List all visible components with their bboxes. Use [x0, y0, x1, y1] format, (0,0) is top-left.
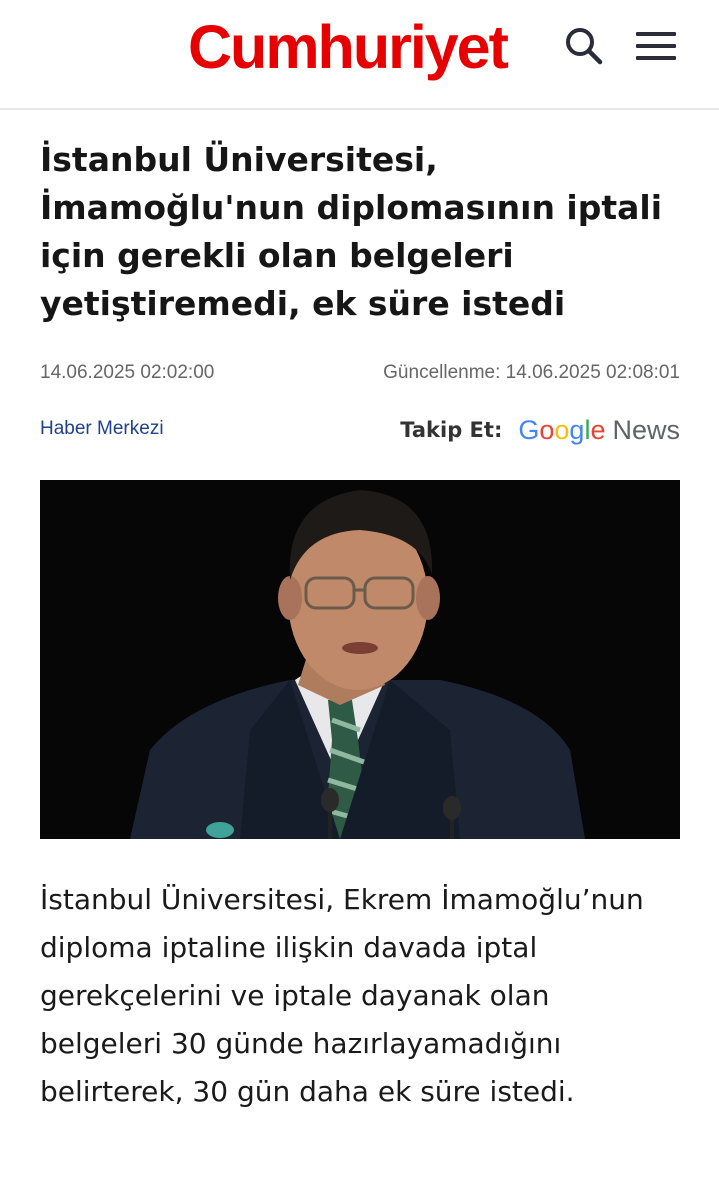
google-news-logo[interactable]: Google News	[518, 415, 680, 446]
article-photo	[40, 480, 680, 839]
article-headline: İstanbul Üniversitesi, İmamoğlu'nun dipl…	[40, 140, 663, 323]
google-letter: e	[590, 414, 606, 445]
follow-google-news[interactable]: Takip Et: Google News	[400, 413, 680, 447]
published-date: 14.06.2025 02:02:00	[40, 362, 215, 383]
cumhuriyet-logo[interactable]: Cumhuriyet	[188, 12, 509, 82]
google-letter: o	[539, 414, 555, 445]
updated-date: Güncellenme: 14.06.2025 02:08:01	[383, 362, 680, 383]
portrait-illustration	[40, 480, 680, 839]
menu-button[interactable]	[634, 28, 678, 64]
article-lead: İstanbul Üniversitesi, Ekrem İmamoğlu’nu…	[40, 883, 644, 1108]
hamburger-menu-icon	[636, 32, 676, 60]
search-button[interactable]	[562, 24, 606, 68]
follow-label: Takip Et:	[400, 418, 503, 442]
google-letter: o	[554, 414, 570, 445]
google-letter: G	[518, 414, 540, 445]
google-news-label: News	[612, 414, 680, 445]
site-header: Cumhuriyet	[0, 0, 719, 110]
google-letter: g	[569, 414, 585, 445]
search-icon	[566, 28, 603, 65]
article-dates: 14.06.2025 02:02:00 Güncellenme: 14.06.2…	[40, 362, 680, 388]
author-link[interactable]: Haber Merkezi	[40, 418, 164, 440]
